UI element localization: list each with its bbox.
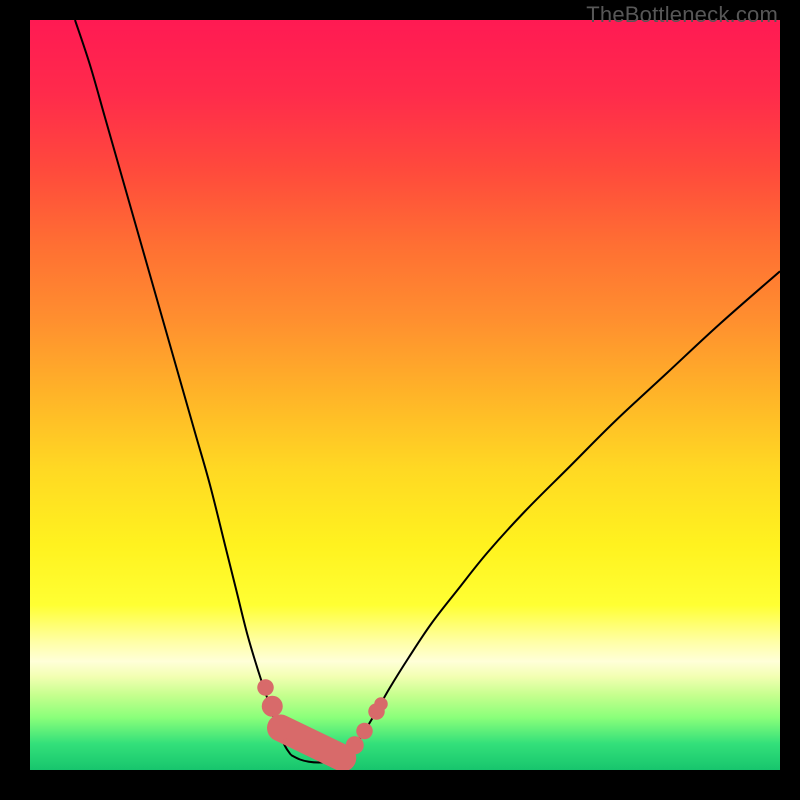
right-marker-4 (374, 697, 388, 711)
curves-layer (30, 20, 780, 770)
right-marker-2 (356, 723, 373, 739)
right-marker-1 (346, 736, 364, 754)
curve-left-curve (75, 20, 291, 755)
chart-frame: TheBottleneck.com (0, 0, 800, 800)
left-marker-1 (257, 679, 274, 696)
left-marker-2 (262, 696, 283, 717)
left-pill-top (269, 716, 293, 740)
curve-right-curve (347, 271, 781, 755)
plot-area (30, 20, 780, 780)
watermark-label: TheBottleneck.com (586, 2, 778, 28)
